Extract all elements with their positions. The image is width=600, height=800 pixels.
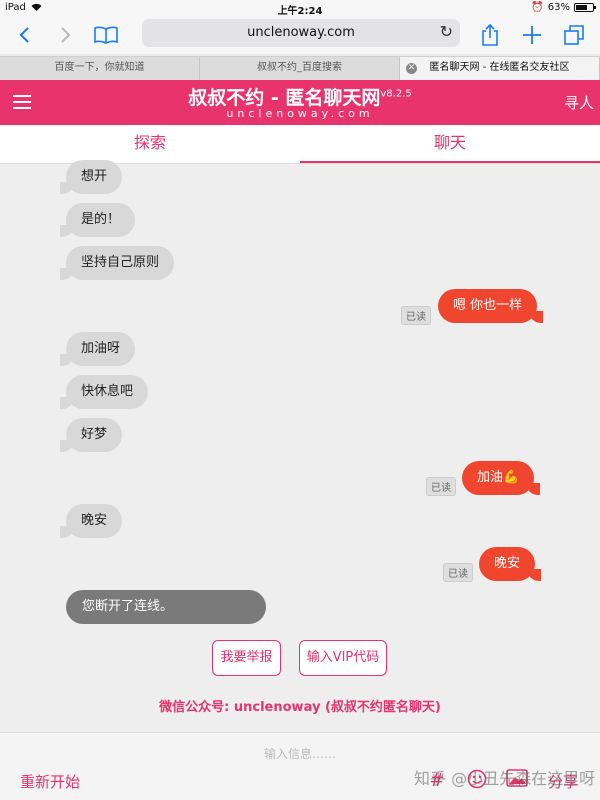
tab-explore[interactable]: 探索 — [0, 125, 300, 163]
vip-code-button[interactable]: 输入VIP代码 — [299, 640, 387, 676]
browser-toolbar: unclenoway.com ↻ — [0, 16, 600, 54]
close-tab-icon[interactable]: ✕ — [406, 63, 417, 74]
report-button[interactable]: 我要举报 — [212, 640, 281, 676]
watermark-text: 知乎 @小丑先森在这里呀 — [414, 769, 596, 788]
incoming-message: 坚持自己原则 — [59, 246, 175, 280]
url-text: unclenoway.com — [247, 25, 355, 40]
address-bar[interactable]: unclenoway.com ↻ — [142, 19, 460, 47]
restart-button[interactable]: 重新开始 — [20, 771, 80, 792]
app-subtitle: unclenoway.com — [226, 107, 374, 120]
clock: 上午2:24 — [277, 6, 323, 17]
incoming-message: 是的！ — [59, 203, 136, 237]
tab-chat[interactable]: 聊天 — [300, 125, 600, 163]
find-people-button[interactable]: 寻人 — [564, 92, 594, 113]
wechat-info: 微信公众号: unclenoway (叔叔不约匿名聊天) — [159, 700, 441, 715]
bottom-bar: 输入信息…… 重新开始 # 分享 知乎 @小丑先森在这里呀 — [0, 732, 600, 800]
alarm-icon: ⏰ — [531, 2, 544, 13]
tabs-overview-icon[interactable] — [562, 20, 586, 50]
incoming-message: 晚安 — [59, 504, 123, 538]
browser-tabs: 百度一下，你就知道 叔叔不约_百度搜索 ✕ 匿名聊天网 - 在线匿名交友社区 — [0, 56, 600, 80]
read-receipt: 已读 — [426, 477, 456, 496]
app-title: 叔叔不约 - 匿名聊天网v8.2.5 — [188, 87, 412, 109]
bookmarks-icon[interactable] — [92, 20, 120, 50]
browser-tab[interactable]: 百度一下，你就知道 — [0, 57, 200, 80]
app-version: v8.2.5 — [380, 88, 412, 100]
main-tabs: 探索 聊天 — [0, 125, 600, 164]
forward-icon[interactable] — [55, 20, 75, 50]
status-bar: iPad 上午2:24 ⏰ 63% — [0, 0, 600, 17]
outgoing-message: 加油💪 — [462, 461, 541, 495]
reload-icon[interactable]: ↻ — [440, 22, 453, 41]
app-header: 叔叔不约 - 匿名聊天网v8.2.5 unclenoway.com 寻人 — [0, 80, 600, 125]
browser-tab-active[interactable]: ✕ 匿名聊天网 - 在线匿名交友社区 — [400, 57, 600, 80]
battery-icon — [574, 3, 596, 12]
chat-area[interactable]: 想开 是的！ 坚持自己原则 已读 嗯 你也一样 加油呀 快休息吧 好梦 已读 加… — [0, 160, 600, 732]
read-receipt: 已读 — [401, 306, 431, 325]
read-receipt: 已读 — [443, 563, 473, 582]
battery-percent: 63% — [547, 2, 570, 13]
back-icon[interactable] — [14, 20, 34, 50]
new-tab-icon[interactable] — [520, 20, 544, 50]
outgoing-message: 晚安 — [479, 547, 542, 581]
outgoing-message: 嗯 你也一样 — [438, 289, 544, 323]
message-input[interactable]: 输入信息…… — [0, 745, 600, 762]
incoming-message: 快休息吧 — [59, 375, 149, 409]
share-icon[interactable] — [478, 20, 502, 50]
incoming-message: 想开 — [59, 160, 123, 194]
browser-tab[interactable]: 叔叔不约_百度搜索 — [200, 57, 400, 80]
disconnect-notice: 您断开了连线。 — [66, 590, 266, 624]
incoming-message: 加油呀 — [59, 332, 136, 366]
incoming-message: 好梦 — [59, 418, 123, 452]
